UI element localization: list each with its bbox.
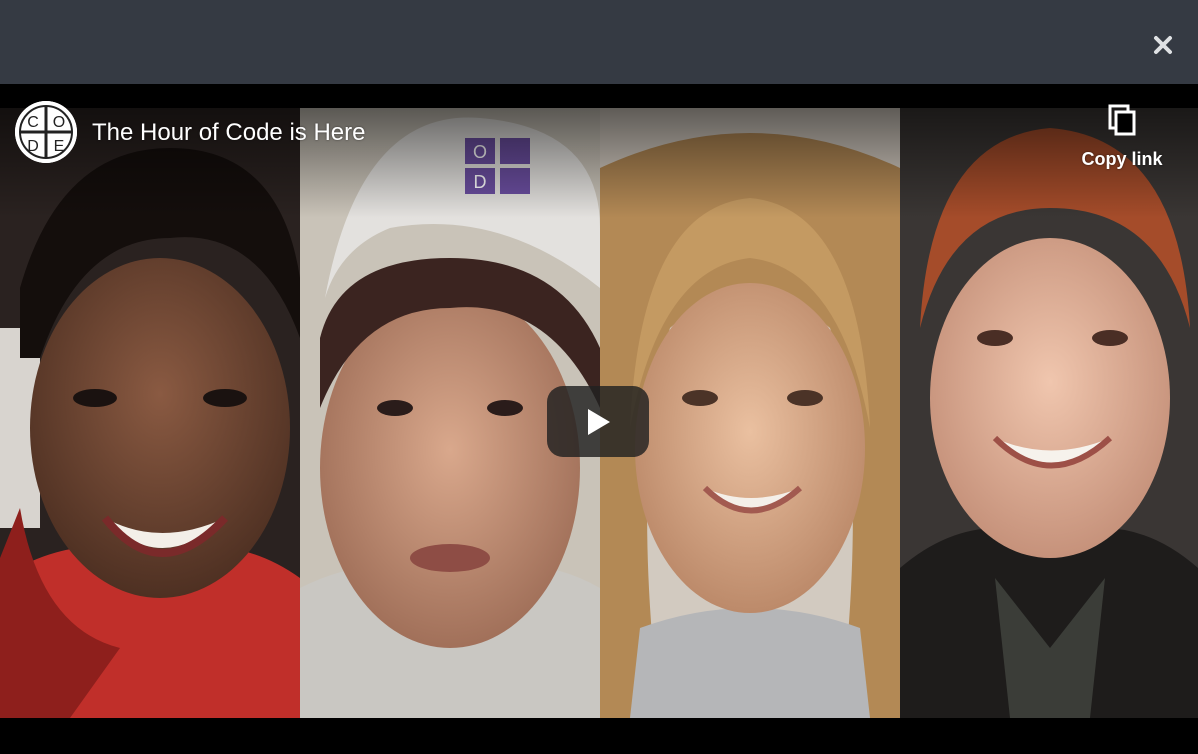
play-button[interactable] — [547, 386, 649, 457]
video-title[interactable]: The Hour of Code is Here — [92, 118, 365, 148]
video-modal: O D C O D E The Hour of Code is Here Cop… — [0, 0, 1198, 754]
copy-link-label: Copy link — [1081, 149, 1163, 169]
svg-text:O: O — [53, 114, 65, 131]
svg-text:E: E — [54, 138, 65, 155]
person-panel-4 — [900, 108, 1198, 718]
close-icon — [1154, 36, 1172, 54]
channel-logo[interactable]: C O D E — [15, 101, 77, 163]
svg-text:D: D — [474, 172, 487, 192]
play-icon — [588, 408, 610, 435]
modal-header — [0, 0, 1198, 84]
code-org-logo: C O D E — [15, 101, 77, 163]
close-button[interactable] — [1148, 30, 1178, 60]
copy-icon — [1108, 104, 1136, 136]
copy-link-button[interactable]: Copy link — [1074, 103, 1170, 170]
person-panel-1 — [0, 108, 300, 718]
svg-text:D: D — [27, 138, 39, 155]
svg-text:C: C — [27, 114, 39, 131]
svg-text:O: O — [473, 142, 487, 162]
